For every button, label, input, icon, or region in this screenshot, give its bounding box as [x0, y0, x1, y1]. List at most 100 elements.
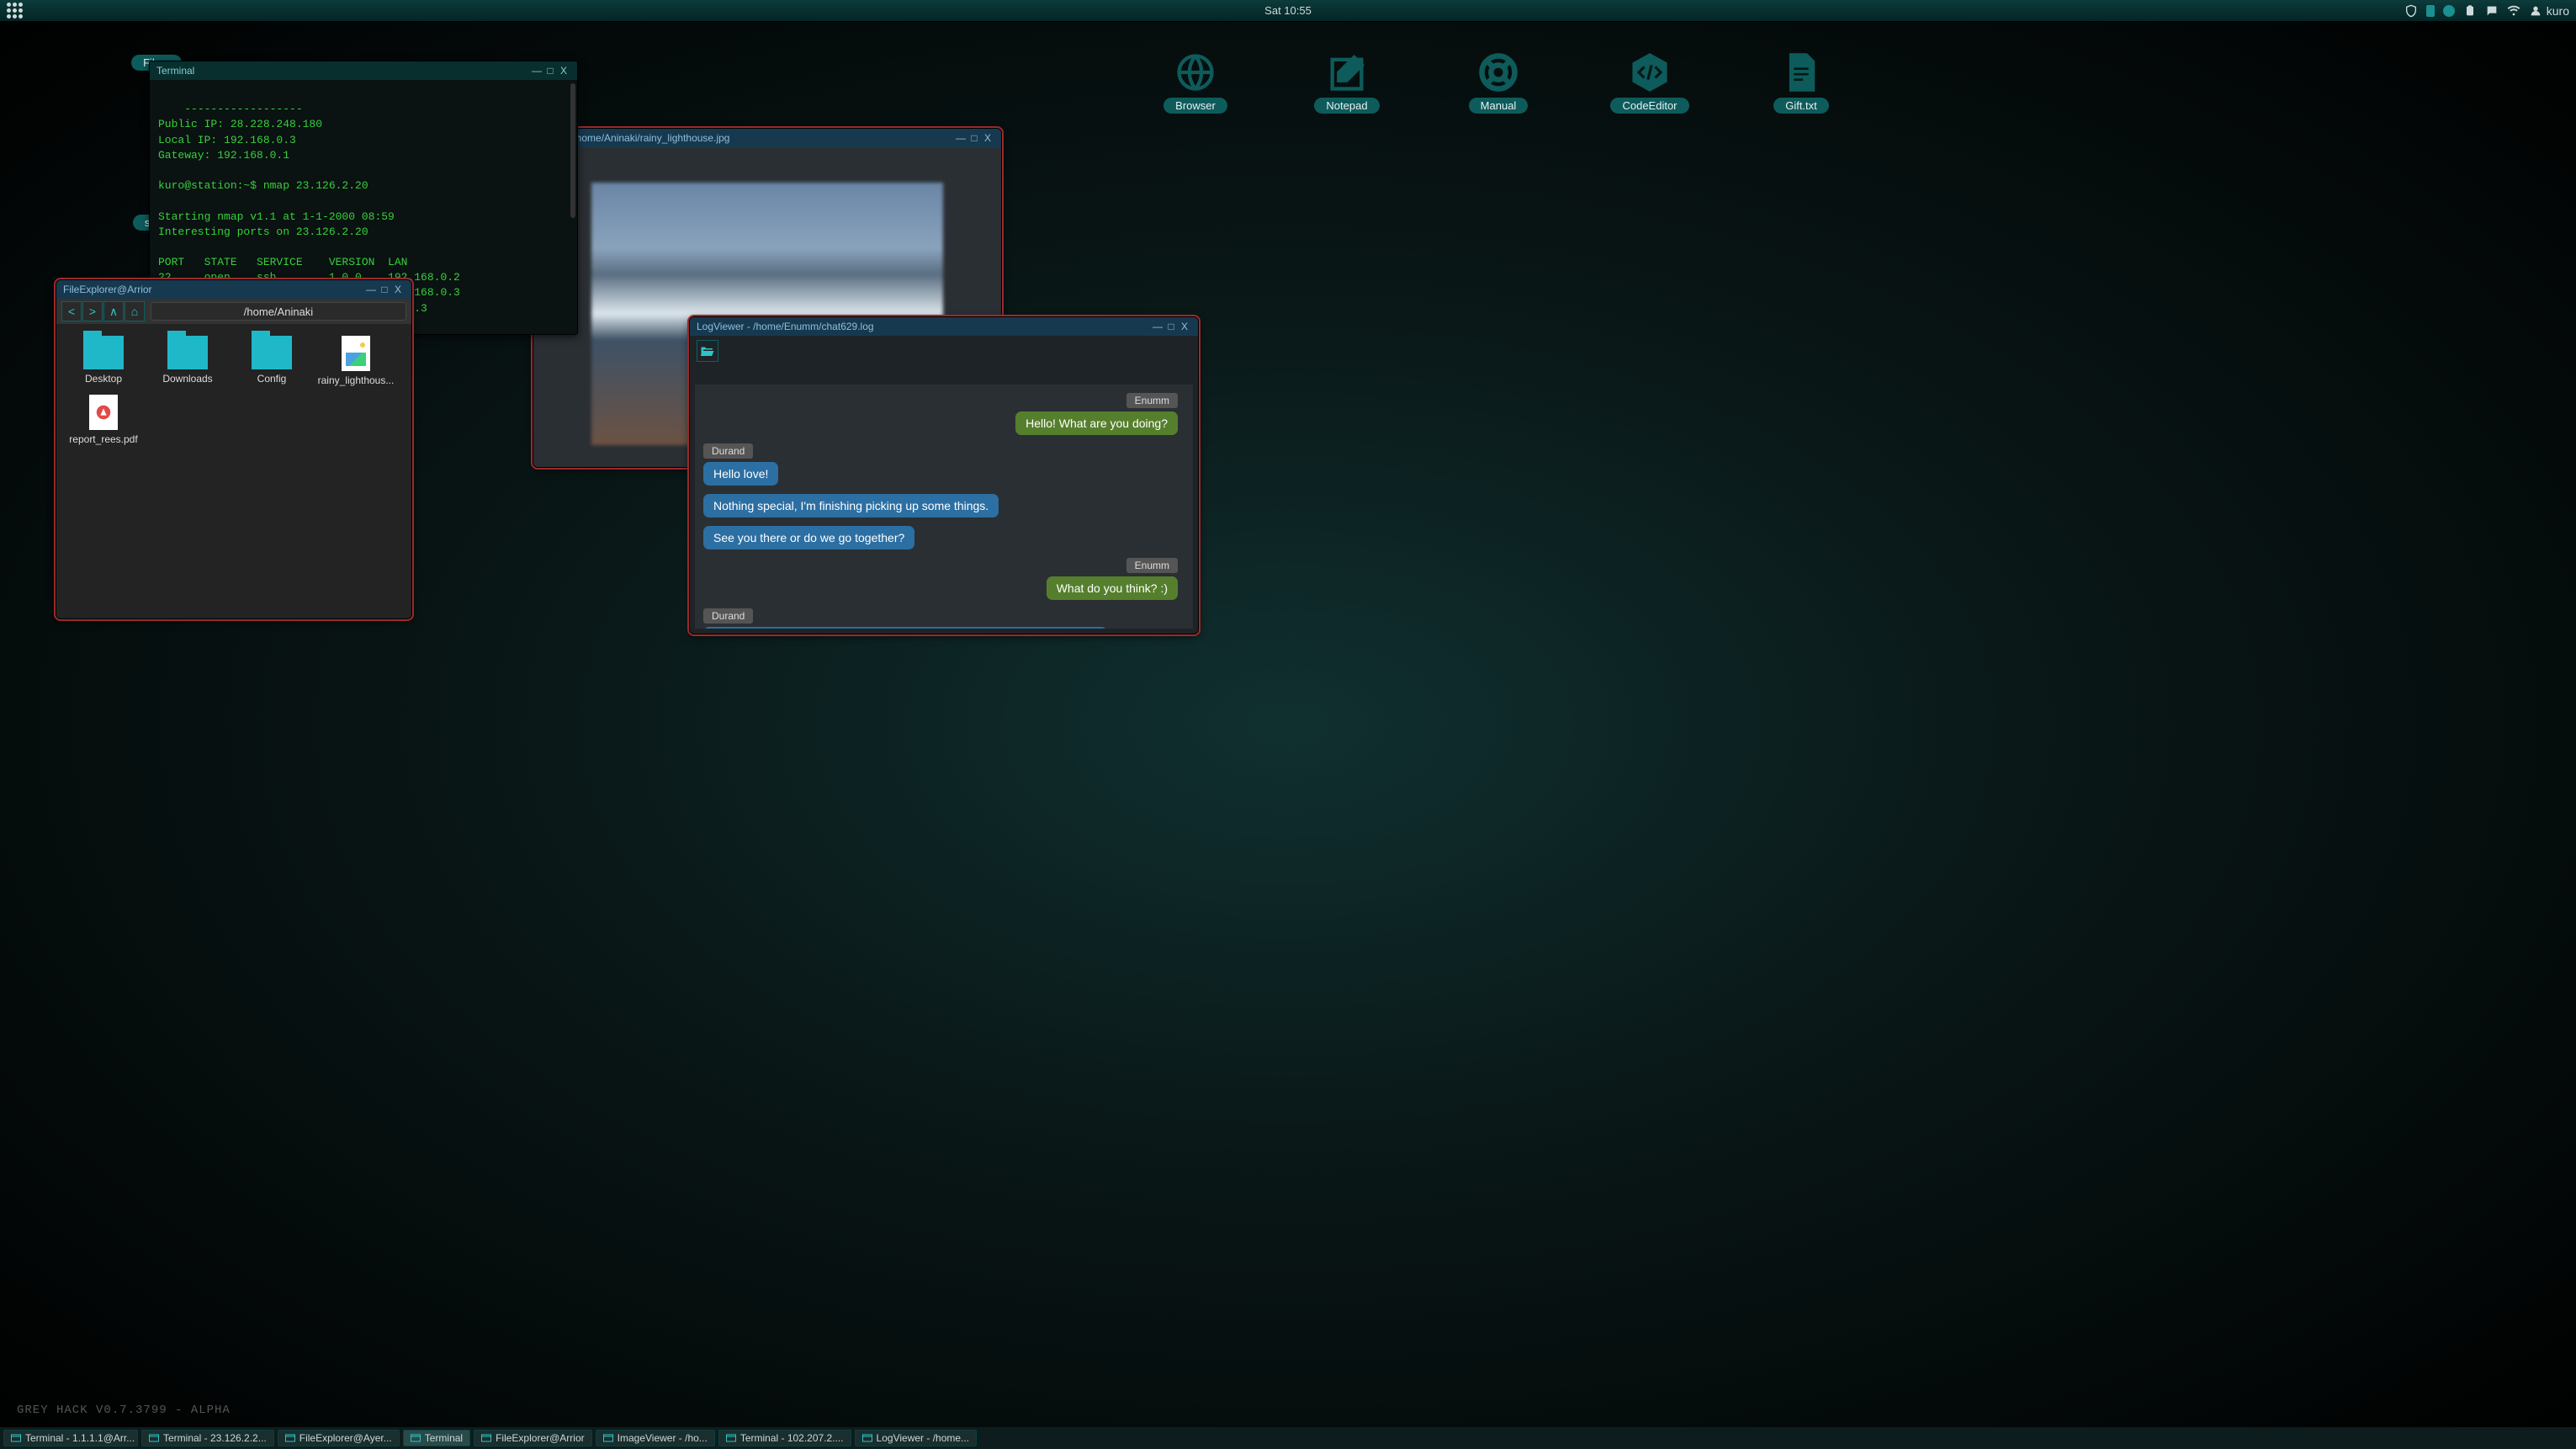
- close-button[interactable]: X: [981, 132, 994, 144]
- file-item[interactable]: Config: [231, 336, 312, 386]
- file-item[interactable]: report_rees.pdf: [63, 395, 144, 445]
- path-field[interactable]: /home/Aninaki: [151, 302, 406, 321]
- file-icon: [1776, 50, 1826, 94]
- apps-menu-icon[interactable]: [7, 3, 23, 19]
- desktop-icon-label: Notepad: [1314, 98, 1379, 114]
- desktop-icon-label: Manual: [1469, 98, 1529, 114]
- taskbar-label: ImageViewer - /ho...: [617, 1432, 708, 1444]
- window-icon: [481, 1434, 491, 1442]
- chat-log[interactable]: Enumm Hello! What are you doing? Durand Hel…: [695, 385, 1193, 629]
- explorer-file-grid[interactable]: Desktop Downloads Config rainy_lighthous...…: [56, 324, 411, 600]
- menubar: Sat 10:55 kuro: [0, 0, 2576, 22]
- imageviewer-titlebar[interactable]: iewer - /home/Aninaki/rainy_lighthouse.j…: [533, 129, 1001, 147]
- desktop-icon-label: Gift.txt: [1773, 98, 1829, 114]
- tray-indicator-1[interactable]: [2426, 5, 2435, 17]
- nav-up-button[interactable]: ∧: [103, 301, 124, 321]
- maximize-button[interactable]: □: [1164, 321, 1178, 332]
- image-file-icon: [342, 336, 370, 371]
- chat-message: DurandHaha okay, hey by the way, I'm try…: [703, 608, 1178, 629]
- clipboard-icon[interactable]: [2463, 4, 2477, 18]
- tray-indicator-2[interactable]: [2443, 5, 2455, 17]
- taskbar-label: Terminal - 1.1.1.1@Arr...: [25, 1432, 135, 1444]
- taskbar-item[interactable]: FileExplorer@Ayer...: [278, 1430, 400, 1446]
- logviewer-toolbar: [690, 336, 1198, 366]
- desktop-icon-gift[interactable]: Gift.txt: [1759, 50, 1843, 114]
- taskbar-label: LogViewer - /home...: [877, 1432, 970, 1444]
- explorer-body: < > ∧ ⌂ /home/Aninaki Desktop Downloads Co…: [56, 299, 411, 618]
- explorer-titlebar[interactable]: FileExplorer@Arrior — □ X: [56, 280, 411, 299]
- explorer-title: FileExplorer@Arrior: [63, 284, 364, 295]
- window-icon: [11, 1434, 21, 1442]
- folder-icon: [167, 336, 208, 369]
- file-label: rainy_lighthous...: [318, 374, 395, 386]
- file-label: Desktop: [85, 373, 122, 385]
- chat-message: See you there or do we go together?: [703, 526, 1178, 555]
- nav-forward-button[interactable]: >: [82, 301, 103, 321]
- chat-bubble: Hello! What are you doing?: [1015, 411, 1178, 435]
- chat-icon[interactable]: [2485, 4, 2499, 18]
- taskbar-item[interactable]: Terminal - 102.207.2....: [718, 1430, 851, 1446]
- file-label: Config: [257, 373, 287, 385]
- chat-bubble: What do you think? :): [1047, 576, 1178, 600]
- sender-tag: Enumm: [1126, 393, 1178, 408]
- chat-bubble: See you there or do we go together?: [703, 526, 914, 549]
- shield-icon[interactable]: [2404, 4, 2418, 18]
- maximize-button[interactable]: □: [967, 132, 981, 144]
- taskbar-item[interactable]: Terminal - 1.1.1.1@Arr...: [3, 1430, 138, 1446]
- taskbar-item[interactable]: FileExplorer@Arrior: [474, 1430, 592, 1446]
- taskbar-item[interactable]: LogViewer - /home...: [855, 1430, 978, 1446]
- minimize-button[interactable]: —: [530, 65, 543, 77]
- file-item[interactable]: Desktop: [63, 336, 144, 386]
- clock: Sat 10:55: [1264, 4, 1312, 17]
- lifebuoy-icon: [1473, 50, 1524, 94]
- file-item[interactable]: rainy_lighthous...: [315, 336, 396, 386]
- desktop-icon-notepad[interactable]: Notepad: [1305, 50, 1389, 114]
- desktop-icon-manual[interactable]: Manual: [1456, 50, 1540, 114]
- terminal-titlebar[interactable]: Terminal — □ X: [150, 61, 577, 80]
- version-text: GREY HACK V0.7.3799 - ALPHA: [17, 1404, 231, 1417]
- close-button[interactable]: X: [557, 65, 570, 77]
- file-item[interactable]: Downloads: [147, 336, 228, 386]
- desktop-icon-label: Browser: [1163, 98, 1227, 114]
- terminal-title: Terminal: [156, 65, 530, 77]
- desktop-icon-browser[interactable]: Browser: [1153, 50, 1238, 114]
- fileexplorer-window[interactable]: FileExplorer@Arrior — □ X < > ∧ ⌂ /home/…: [56, 279, 412, 619]
- close-button[interactable]: X: [391, 284, 405, 295]
- window-icon: [411, 1434, 421, 1442]
- taskbar-label: FileExplorer@Arrior: [496, 1432, 585, 1444]
- folder-icon: [252, 336, 292, 369]
- maximize-button[interactable]: □: [378, 284, 391, 295]
- logviewer-window[interactable]: LogViewer - /home/Enumm/chat629.log — □ …: [689, 316, 1199, 634]
- taskbar-item[interactable]: Terminal: [403, 1430, 470, 1446]
- logviewer-titlebar[interactable]: LogViewer - /home/Enumm/chat629.log — □ …: [690, 317, 1198, 336]
- chat-bubble: Hello love!: [703, 462, 778, 486]
- wifi-icon[interactable]: [2507, 4, 2520, 18]
- nav-home-button[interactable]: ⌂: [125, 301, 145, 321]
- folder-icon: [83, 336, 124, 369]
- user-menu[interactable]: kuro: [2529, 4, 2569, 18]
- minimize-button[interactable]: —: [954, 132, 967, 144]
- window-icon: [726, 1434, 736, 1442]
- file-label: Downloads: [162, 373, 212, 385]
- minimize-button[interactable]: —: [1151, 321, 1164, 332]
- minimize-button[interactable]: —: [364, 284, 378, 295]
- sender-tag: Enumm: [1126, 558, 1178, 573]
- taskbar-item[interactable]: Terminal - 23.126.2.2...: [141, 1430, 274, 1446]
- username-label: kuro: [2547, 4, 2569, 18]
- scrollbar-thumb[interactable]: [570, 83, 575, 218]
- sender-tag: Durand: [703, 608, 753, 624]
- nav-back-button[interactable]: <: [61, 301, 82, 321]
- taskbar-label: Terminal: [425, 1432, 463, 1444]
- chat-message: Enumm Hello! What are you doing?: [703, 393, 1178, 440]
- open-file-button[interactable]: [697, 340, 718, 362]
- close-button[interactable]: X: [1178, 321, 1191, 332]
- chat-message: Enumm What do you think? :): [703, 558, 1178, 605]
- logviewer-title: LogViewer - /home/Enumm/chat629.log: [697, 321, 1151, 332]
- desktop-icon-label: CodeEditor: [1610, 98, 1688, 114]
- code-hex-icon: [1625, 50, 1675, 94]
- explorer-toolbar: < > ∧ ⌂ /home/Aninaki: [56, 299, 411, 324]
- desktop-icon-codeeditor[interactable]: CodeEditor: [1608, 50, 1692, 114]
- maximize-button[interactable]: □: [543, 65, 557, 77]
- taskbar-item[interactable]: ImageViewer - /ho...: [596, 1430, 715, 1446]
- folder-open-icon: [700, 345, 715, 357]
